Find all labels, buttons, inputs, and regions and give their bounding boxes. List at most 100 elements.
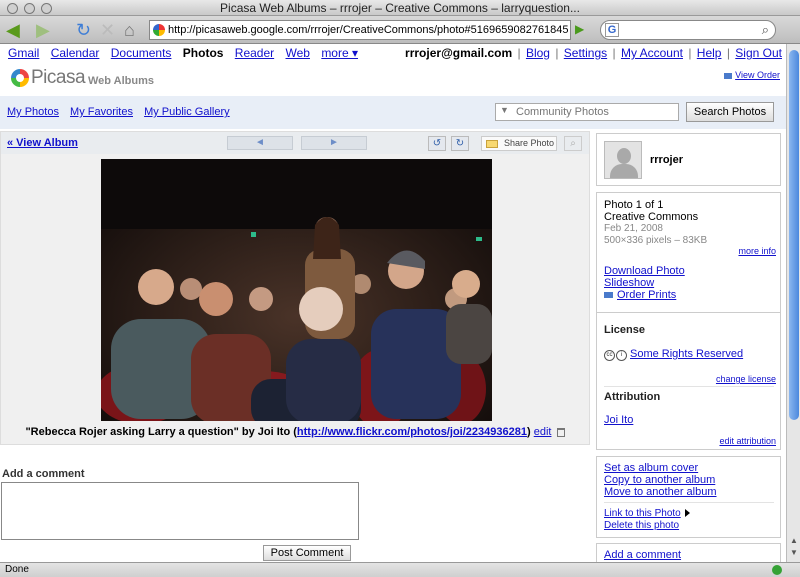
rotate-left-icon[interactable]: ↺	[428, 136, 446, 151]
owner-box: rrrojer	[596, 133, 781, 186]
google-g-icon[interactable]: G	[605, 23, 619, 37]
go-arrow-icon[interactable]: ▶	[575, 22, 591, 38]
caption-source-link[interactable]: http://www.flickr.com/photos/joi/2234936…	[297, 426, 527, 438]
picasa-logo-icon[interactable]	[11, 69, 29, 87]
divider	[604, 502, 774, 503]
attribution-heading: Attribution	[604, 391, 661, 403]
trash-icon[interactable]	[556, 427, 565, 437]
post-comment-button[interactable]: Post Comment	[263, 545, 351, 561]
add-comment-box: Add a comment	[596, 543, 781, 563]
gbar-link-web[interactable]: Web	[286, 46, 310, 60]
browser-search-box[interactable]: G ⌕	[600, 20, 776, 40]
previous-photo-button[interactable]: ◄	[227, 136, 293, 150]
gbar-link-documents[interactable]: Documents	[111, 46, 172, 60]
add-comment-link[interactable]: Add a comment	[604, 549, 681, 561]
edit-caption-link[interactable]: edit	[534, 426, 552, 438]
edit-attribution-link[interactable]: edit attribution	[719, 436, 776, 446]
gbar-link-sign-out[interactable]: Sign Out	[735, 46, 782, 60]
nav-my-favorites[interactable]: My Favorites	[70, 106, 133, 118]
delete-photo-link[interactable]: Delete this photo	[604, 520, 679, 531]
change-license-link[interactable]: change license	[716, 374, 776, 384]
back-arrow-icon[interactable]: ◀	[6, 20, 20, 40]
order-prints-icon	[604, 292, 613, 299]
window-titlebar: Picasa Web Albums – rrrojer – Creative C…	[0, 0, 800, 16]
view-order-link[interactable]: View Order	[724, 70, 780, 80]
photo-search-field[interactable]: ▼	[495, 103, 679, 121]
user-email: rrrojer@gmail.com	[405, 46, 513, 60]
photo-caption: "Rebecca Rojer asking Larry a question" …	[1, 426, 589, 438]
license-text-link[interactable]: Some Rights Reserved	[630, 348, 743, 360]
magnifier-icon[interactable]: ⌕	[762, 22, 769, 38]
main-photo[interactable]	[101, 159, 492, 421]
photo-search-input[interactable]	[516, 105, 676, 119]
scroll-down-arrow-icon[interactable]: ▼	[789, 548, 799, 558]
slideshow-link[interactable]: Slideshow	[604, 277, 654, 289]
comment-textarea[interactable]	[1, 482, 359, 540]
avatar-body-icon	[610, 164, 638, 178]
scroll-thumb[interactable]	[789, 50, 799, 420]
rotate-right-icon[interactable]: ↻	[451, 136, 469, 151]
site-favicon-icon	[153, 24, 165, 36]
picasa-header: Picasa Web Albums View Order	[0, 62, 786, 96]
home-icon[interactable]: ⌂	[124, 20, 135, 40]
gbar-link-my-account[interactable]: My Account	[621, 46, 683, 60]
gbar-link-calendar[interactable]: Calendar	[51, 46, 100, 60]
set-album-cover-link[interactable]: Set as album cover	[604, 462, 698, 474]
reload-icon[interactable]: ↻	[76, 20, 91, 40]
attribution-name-link[interactable]: Joi Ito	[604, 414, 633, 426]
scroll-up-arrow-icon[interactable]: ▲	[789, 536, 799, 546]
share-photo-button[interactable]: Share Photo	[481, 136, 557, 151]
window-title: Picasa Web Albums – rrrojer – Creative C…	[220, 1, 580, 15]
gbar-link-reader[interactable]: Reader	[235, 46, 274, 60]
move-to-album-link[interactable]: Move to another album	[604, 486, 717, 498]
status-text: Done	[5, 564, 29, 575]
gbar-link-gmail[interactable]: Gmail	[8, 46, 39, 60]
photo-info-box: Photo 1 of 1 Creative Commons Feb 21, 20…	[596, 192, 781, 313]
page-scrollbar[interactable]: ▲ ▼	[786, 44, 800, 562]
gbar-more-menu[interactable]: more ▾	[321, 46, 358, 60]
address-url: http://picasaweb.google.com/rrrojer/Crea…	[168, 24, 569, 36]
gbar-link-settings[interactable]: Settings	[564, 46, 607, 60]
zoom-window-icon[interactable]	[41, 3, 52, 14]
copy-to-album-link[interactable]: Copy to another album	[604, 474, 715, 486]
next-photo-button[interactable]: ►	[301, 136, 367, 150]
order-cart-icon	[724, 72, 733, 79]
cc-icon: cc	[604, 350, 615, 361]
download-photo-link[interactable]: Download Photo	[604, 265, 685, 277]
zoom-magnifier-icon[interactable]: ⌕	[564, 136, 582, 151]
forward-arrow-icon[interactable]: ▶	[36, 20, 50, 40]
triangle-right-icon[interactable]	[684, 509, 690, 518]
gbar-link-blog[interactable]: Blog	[526, 46, 550, 60]
avatar[interactable]	[604, 141, 642, 179]
divider	[604, 386, 774, 387]
address-bar[interactable]: http://picasaweb.google.com/rrrojer/Crea…	[149, 20, 571, 40]
photo-date: Feb 21, 2008	[604, 223, 663, 234]
close-window-icon[interactable]	[7, 3, 18, 14]
attribution-icon: i	[616, 350, 627, 361]
main-photo-image	[101, 159, 492, 421]
photo-panel: « View Album ◄ ► ↺ ↻ Share Photo ⌕ "Rebe…	[0, 131, 590, 445]
status-bar: Done	[0, 562, 800, 577]
nav-my-public-gallery[interactable]: My Public Gallery	[144, 106, 230, 118]
order-prints-link[interactable]: Order Prints	[604, 289, 676, 301]
photo-actions-box: Set as album cover Copy to another album…	[596, 456, 781, 538]
gbar-link-help[interactable]: Help	[697, 46, 722, 60]
status-check-icon	[772, 565, 782, 575]
envelope-icon	[486, 140, 498, 148]
minimize-window-icon[interactable]	[24, 3, 35, 14]
gbar-current-photos: Photos	[182, 46, 224, 60]
license-box: License cc i Some Rights Reserved change …	[596, 312, 781, 450]
nav-my-photos[interactable]: My Photos	[7, 106, 59, 118]
search-scope-dropdown-icon[interactable]: ▼	[500, 105, 509, 115]
stop-icon[interactable]: ✕	[100, 20, 115, 40]
cc-license-icons: cc i	[604, 347, 628, 361]
view-album-link[interactable]: « View Album	[7, 137, 78, 149]
more-info-link[interactable]: more info	[738, 246, 776, 256]
owner-username[interactable]: rrrojer	[650, 154, 683, 166]
caption-text: "Rebecca Rojer asking Larry a question" …	[25, 426, 291, 438]
search-photos-button[interactable]: Search Photos	[686, 102, 774, 122]
link-to-photo-toggle[interactable]: Link to this Photo	[604, 508, 690, 519]
picasa-nav-row: My Photos My Favorites My Public Gallery…	[0, 96, 786, 129]
photo-toolbar: « View Album ◄ ► ↺ ↻ Share Photo ⌕	[1, 132, 589, 154]
picasa-logo-text[interactable]: Picasa	[31, 67, 86, 89]
